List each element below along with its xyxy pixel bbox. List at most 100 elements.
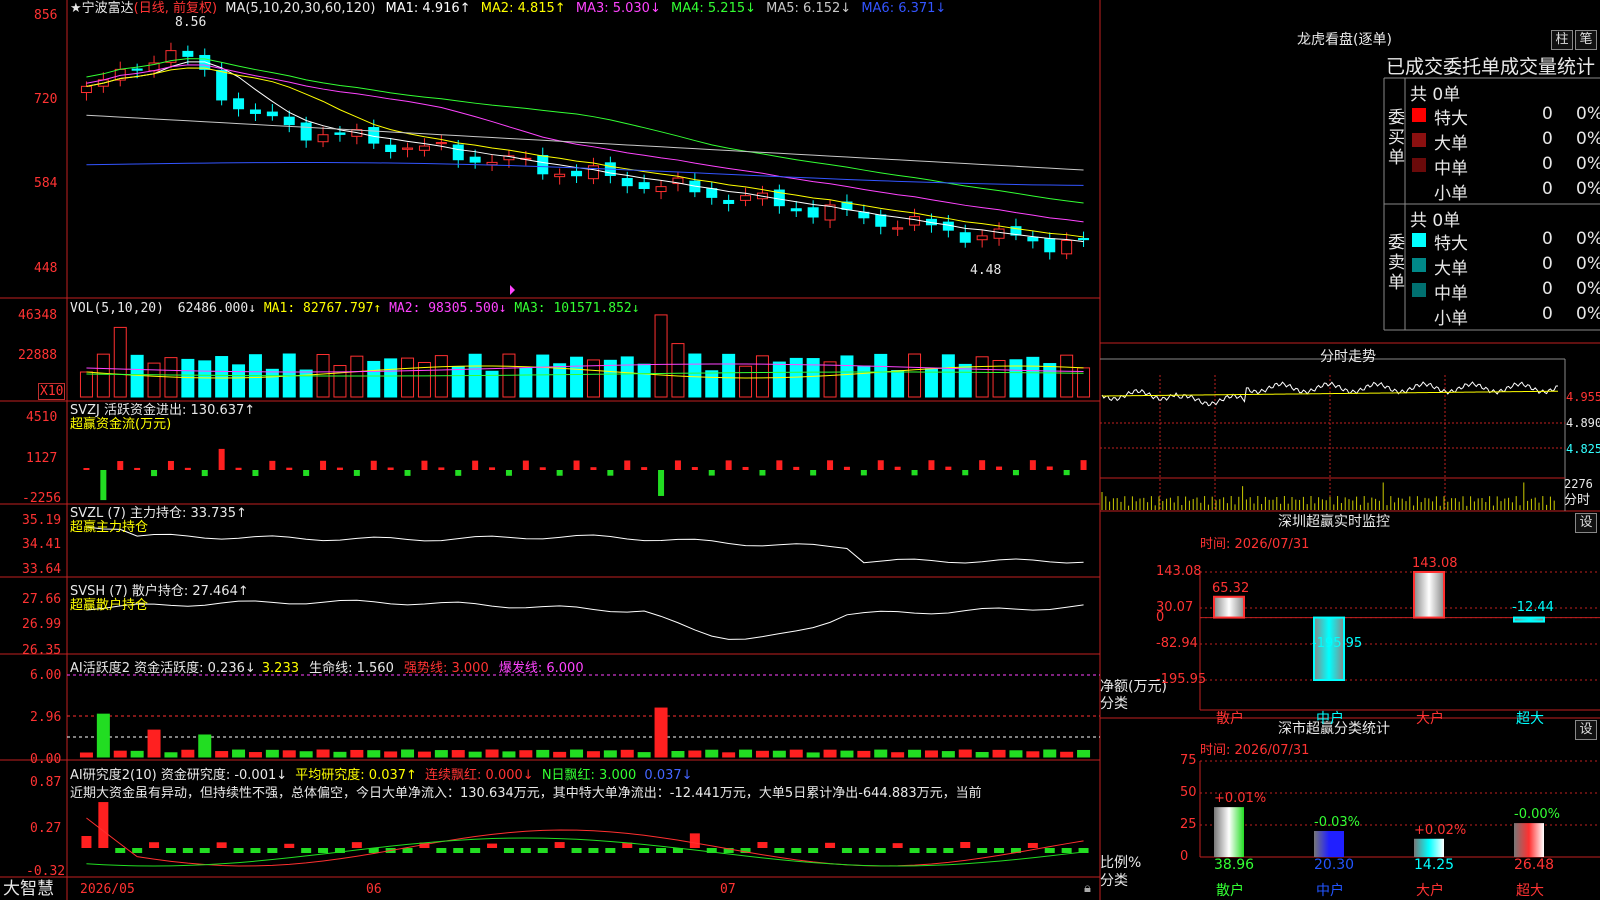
- sell-orders-label: 委卖单: [1388, 233, 1405, 293]
- ai-active-bar: [96, 713, 110, 758]
- ai-research-bar: [165, 848, 176, 853]
- sm-category-label: 中户: [1316, 883, 1344, 899]
- candle-body: [249, 109, 261, 114]
- ai-research-bar: [605, 848, 616, 853]
- candle-body: [790, 208, 802, 212]
- cursor-marker-icon: [510, 285, 515, 295]
- svzj-bar: [134, 467, 141, 470]
- candle-body: [131, 68, 143, 71]
- ai-active-burst: 爆发线: 6.000: [498, 661, 584, 676]
- svzj-bar: [387, 467, 394, 470]
- svzj-bar: [1029, 460, 1036, 470]
- order-row-name: 中单: [1434, 284, 1468, 304]
- fenshi-vol-axis: 2276: [1564, 477, 1593, 491]
- sz-value-label: 65.32: [1212, 580, 1250, 596]
- svzj-bar: [100, 470, 107, 501]
- ai-research-bars: [81, 802, 1089, 853]
- svzj-bar: [286, 467, 293, 470]
- svzj-bar: [759, 470, 766, 476]
- ai-active-bar: [891, 752, 905, 758]
- svzj-bar: [556, 470, 563, 476]
- lock-icon[interactable]: 🔒︎: [1084, 881, 1091, 896]
- high-mark: 8.56: [175, 15, 207, 30]
- ai-research-bar: [487, 843, 498, 848]
- svzj-bar: [522, 460, 529, 470]
- period-label[interactable]: (日线, 前复权): [134, 1, 217, 16]
- volume-bar: [1060, 354, 1074, 398]
- ai-research-label: AI研究度2(10) 资金研究度: -0.001↓: [70, 768, 288, 783]
- ai-research-bar: [571, 848, 582, 853]
- ai-active-bar: [603, 750, 617, 758]
- volume-bar: [671, 343, 685, 398]
- svzj-bar: [83, 468, 90, 470]
- order-color-swatch: [1412, 233, 1426, 247]
- volume-bar: [1026, 356, 1040, 398]
- volume-bar: [891, 370, 905, 398]
- sm-change-label: +0.01%: [1214, 791, 1267, 807]
- bar-mode-button[interactable]: 柱: [1551, 30, 1573, 50]
- stock-title[interactable]: ★宁波富达: [70, 1, 134, 16]
- ai-active-bar: [823, 749, 837, 758]
- ai-active-bar: [1043, 749, 1057, 758]
- ai-research-bar: [351, 842, 362, 848]
- ai-research-bar: [689, 833, 700, 848]
- candle-body: [1061, 239, 1073, 255]
- candle-body: [266, 111, 278, 117]
- ma-line-10: [86, 67, 1084, 238]
- sm-axis-label: 0: [1180, 849, 1189, 864]
- fenshi-title: 分时走势: [1320, 349, 1376, 365]
- svzj-bar: [793, 466, 800, 470]
- order-color-swatch: [1412, 158, 1426, 172]
- candle-body: [638, 182, 650, 189]
- sm-value-label: 20.30: [1314, 857, 1355, 873]
- volume-bar: [198, 360, 212, 398]
- ai-active-bars: [79, 707, 1091, 758]
- tick-mode-button[interactable]: 笔: [1575, 30, 1597, 50]
- ai-research-bar: [757, 842, 768, 848]
- order-row-pct: 0%: [1576, 229, 1600, 249]
- ai-research-bar: [858, 848, 869, 853]
- svzj-bar: [421, 460, 428, 470]
- fenshi-axis-mid: 4.890: [1566, 416, 1600, 430]
- sz-settings-button[interactable]: 设: [1575, 513, 1597, 533]
- sm-change-label: -0.03%: [1314, 815, 1360, 831]
- ai-active-bar: [739, 749, 753, 758]
- ai-active-bar: [755, 750, 769, 758]
- vol-label: VOL(5,10,20): [70, 301, 164, 316]
- candle-body: [858, 211, 870, 219]
- volume-bar: [654, 314, 668, 398]
- sm-category-label: 散户: [1216, 883, 1244, 899]
- main-chart-canvas[interactable]: [0, 0, 1600, 900]
- ai-active-bar: [553, 751, 567, 758]
- candle-body: [892, 227, 904, 230]
- order-row-name: 特大: [1434, 109, 1468, 129]
- ai-research-bar: [977, 848, 988, 853]
- volume-bar: [1077, 367, 1091, 398]
- candle-body: [418, 145, 430, 151]
- sz-value-label: -12.44: [1512, 599, 1554, 615]
- ma1-value: MA1: 4.916↑: [385, 1, 471, 16]
- svzj-bar: [641, 467, 648, 470]
- order-row-pct: 0%: [1576, 179, 1600, 199]
- sm-settings-button[interactable]: 设: [1575, 720, 1597, 740]
- sz-axis-label: 143.08: [1156, 564, 1202, 579]
- ai-research-bar: [520, 848, 531, 853]
- volume-bar: [350, 355, 364, 398]
- ai-active-bar: [789, 749, 803, 758]
- svzj-bar: [252, 470, 259, 477]
- order-row-pct: 0%: [1576, 154, 1600, 174]
- ai-active-bar: [586, 751, 600, 758]
- candle-body: [723, 199, 735, 204]
- candle-body: [233, 98, 245, 110]
- ai-active-bar: [79, 752, 93, 758]
- svzj-bar: [607, 470, 614, 476]
- ai-active-bar: [637, 752, 651, 758]
- svzj-bar: [674, 460, 681, 470]
- ai-research-bar: [554, 842, 565, 848]
- order-row-pct: 0%: [1576, 279, 1600, 299]
- sm-category-label: 超大: [1516, 883, 1544, 899]
- volume-bar: [401, 357, 415, 398]
- order-row-name: 中单: [1434, 159, 1468, 179]
- svzj-bar: [928, 460, 935, 470]
- candle-body: [334, 132, 346, 135]
